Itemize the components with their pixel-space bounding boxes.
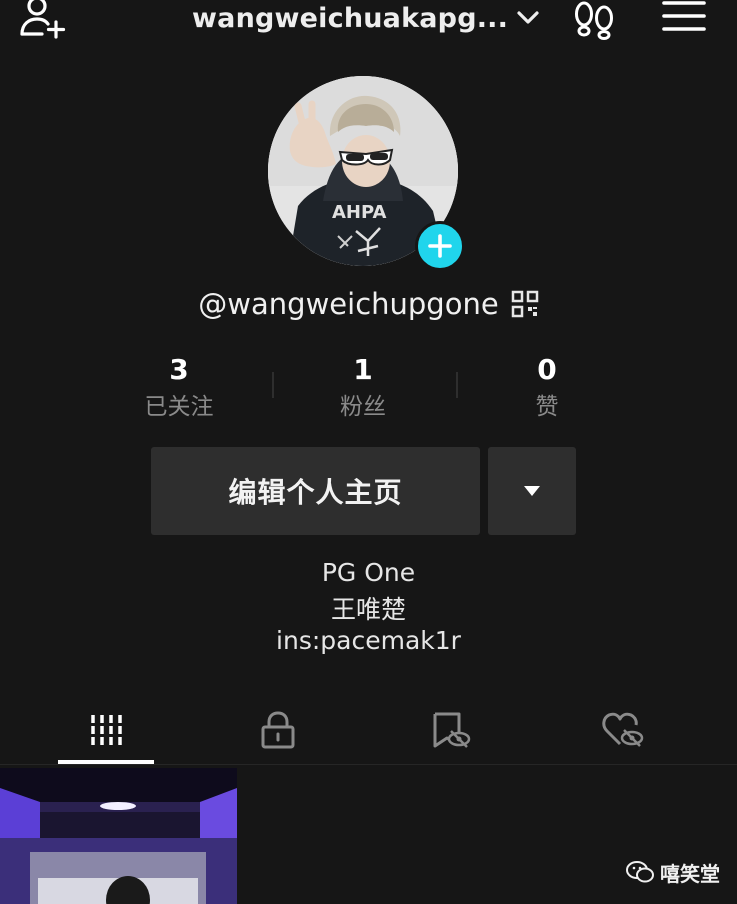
caret-down-icon <box>524 486 540 496</box>
likes-count: 0 <box>537 353 557 386</box>
top-bar: wangweichuakapg... <box>0 0 737 46</box>
footprint-button[interactable] <box>570 0 620 40</box>
account-username: wangweichuakapg... <box>192 2 509 34</box>
bio-line: 王唯楚 <box>330 595 406 624</box>
lock-icon <box>261 711 295 749</box>
svg-text:AHPA: AHPA <box>332 202 387 223</box>
stat-divider <box>272 372 274 398</box>
content-tabs <box>0 700 737 766</box>
bio-line: ins:pacemak1r <box>276 626 461 655</box>
followers-stat[interactable]: 1 粉丝 <box>293 350 433 424</box>
following-label: 已关注 <box>144 394 214 420</box>
tab-divider <box>0 764 737 765</box>
followers-count: 1 <box>353 353 373 386</box>
tab-liked[interactable] <box>563 700 683 760</box>
likes-label: 赞 <box>535 394 559 420</box>
likes-stat[interactable]: 0 赞 <box>477 350 617 424</box>
add-user-button[interactable] <box>18 0 70 40</box>
chevron-down-icon <box>517 11 539 24</box>
bookmark-hidden-icon <box>433 712 471 748</box>
tab-videos[interactable] <box>46 700 166 760</box>
account-switcher[interactable]: wangweichuakapg... <box>192 0 540 36</box>
menu-icon <box>662 1 706 31</box>
following-stat[interactable]: 3 已关注 <box>109 350 249 424</box>
profile-handle: @wangweichupgone <box>198 287 499 321</box>
following-count: 3 <box>169 353 189 386</box>
stat-divider <box>456 372 458 398</box>
footprint-icon <box>575 1 613 40</box>
grid-bars-icon <box>91 715 122 745</box>
tab-private[interactable] <box>218 700 338 760</box>
watermark-text: 嘻笑堂 <box>660 861 720 886</box>
more-options-button[interactable] <box>488 447 576 535</box>
plus-icon <box>428 234 452 258</box>
video-preview-image <box>0 768 237 904</box>
video-thumbnail[interactable] <box>0 768 237 904</box>
edit-profile-button[interactable]: 编辑个人主页 <box>151 447 480 535</box>
qr-code-icon[interactable] <box>511 290 539 318</box>
handle-row: @wangweichupgone <box>0 282 737 326</box>
menu-button[interactable] <box>660 0 708 36</box>
profile-page: wangweichuakapg... AHPA @wangweichupgone… <box>0 0 737 904</box>
bio-line: PG One <box>321 558 416 587</box>
wechat-watermark: 嘻笑堂 <box>626 856 720 888</box>
heart-hidden-icon <box>602 712 644 747</box>
add-avatar-button[interactable] <box>415 221 465 271</box>
add-user-icon <box>20 0 66 39</box>
wechat-icon <box>626 861 654 883</box>
tab-saved[interactable] <box>391 700 511 760</box>
followers-label: 粉丝 <box>340 394 386 420</box>
